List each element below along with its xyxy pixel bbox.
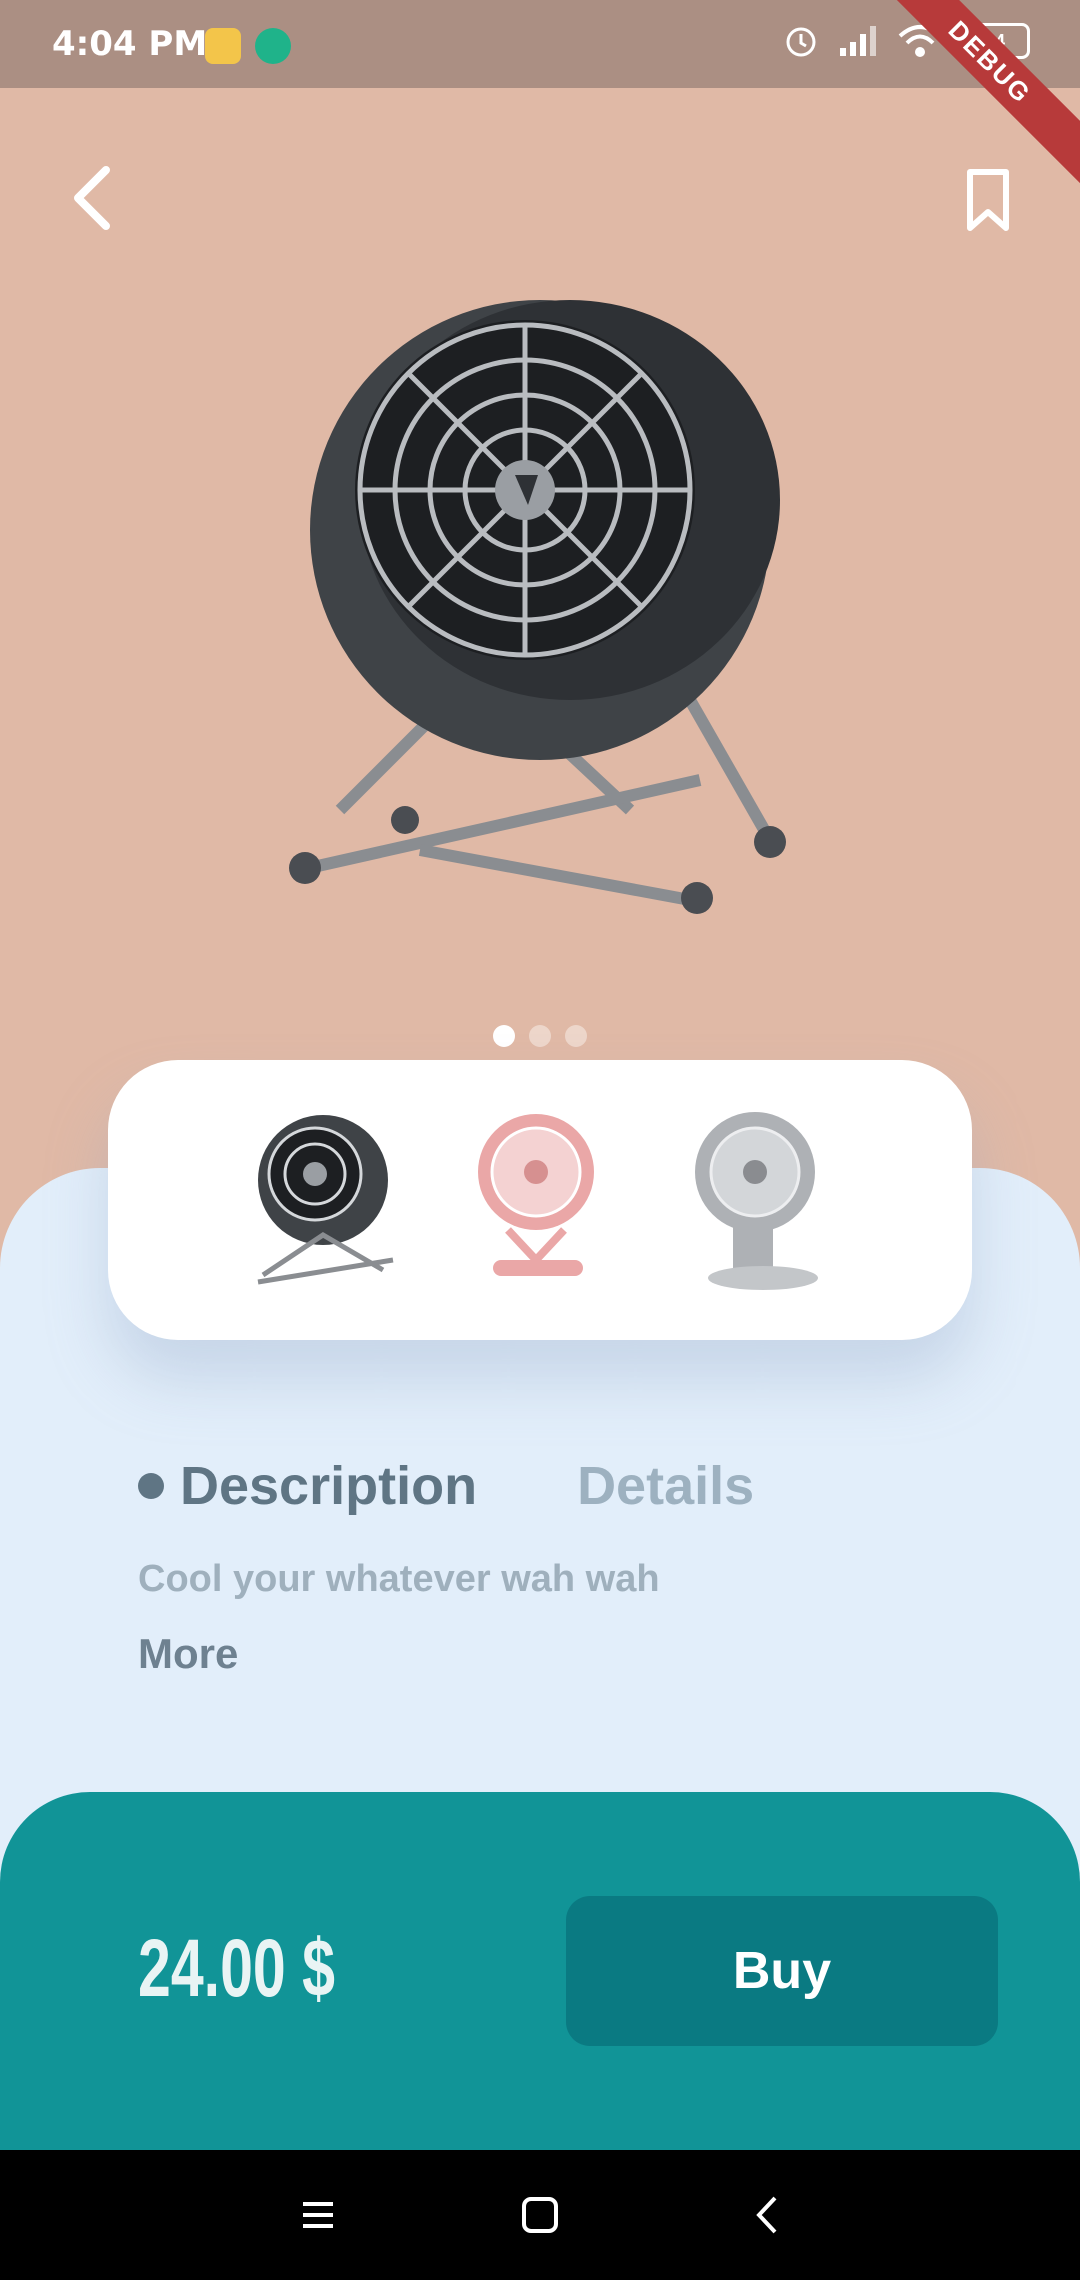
desk-fan-illustration — [289, 300, 786, 914]
bookmark-icon[interactable] — [960, 168, 1020, 232]
status-time: 4:04 PM — [52, 24, 208, 64]
system-nav-bar — [0, 2150, 1080, 2280]
product-image — [289, 300, 786, 914]
info-tabs: Description Details — [138, 1455, 754, 1517]
back-icon[interactable] — [743, 2190, 793, 2240]
buy-button[interactable]: Buy — [566, 1896, 998, 2046]
thumbnail-red-fan[interactable] — [468, 1110, 618, 1290]
carousel-dot[interactable] — [529, 1025, 551, 1047]
more-link[interactable]: More — [138, 1630, 238, 1678]
price-label: 24.00 $ — [138, 1923, 335, 2014]
thumbnail-strip — [108, 1060, 972, 1340]
app-badge-icon — [205, 28, 241, 64]
app-badge-icon — [255, 28, 291, 64]
home-icon[interactable] — [515, 2190, 565, 2240]
alarm-icon — [786, 27, 816, 57]
carousel-dot[interactable] — [565, 1025, 587, 1047]
menu-icon[interactable] — [293, 2190, 343, 2240]
carousel-indicator — [0, 1025, 1080, 1047]
thumbnail-grey-fan[interactable] — [683, 1110, 833, 1290]
description-text: Cool your whatever wah wah — [138, 1558, 660, 1600]
tab-description[interactable]: Description — [180, 1455, 477, 1517]
status-bar: 4:04 PM 94 DEBUG — [0, 0, 1080, 184]
purchase-footer: 24.00 $ Buy — [0, 1792, 1080, 2152]
tab-details[interactable]: Details — [577, 1455, 754, 1517]
thumbnail-dark-fan[interactable] — [253, 1110, 403, 1290]
signal-icon — [840, 26, 876, 56]
carousel-dot[interactable] — [493, 1025, 515, 1047]
active-tab-indicator — [138, 1473, 164, 1499]
back-arrow-icon[interactable] — [62, 162, 122, 234]
